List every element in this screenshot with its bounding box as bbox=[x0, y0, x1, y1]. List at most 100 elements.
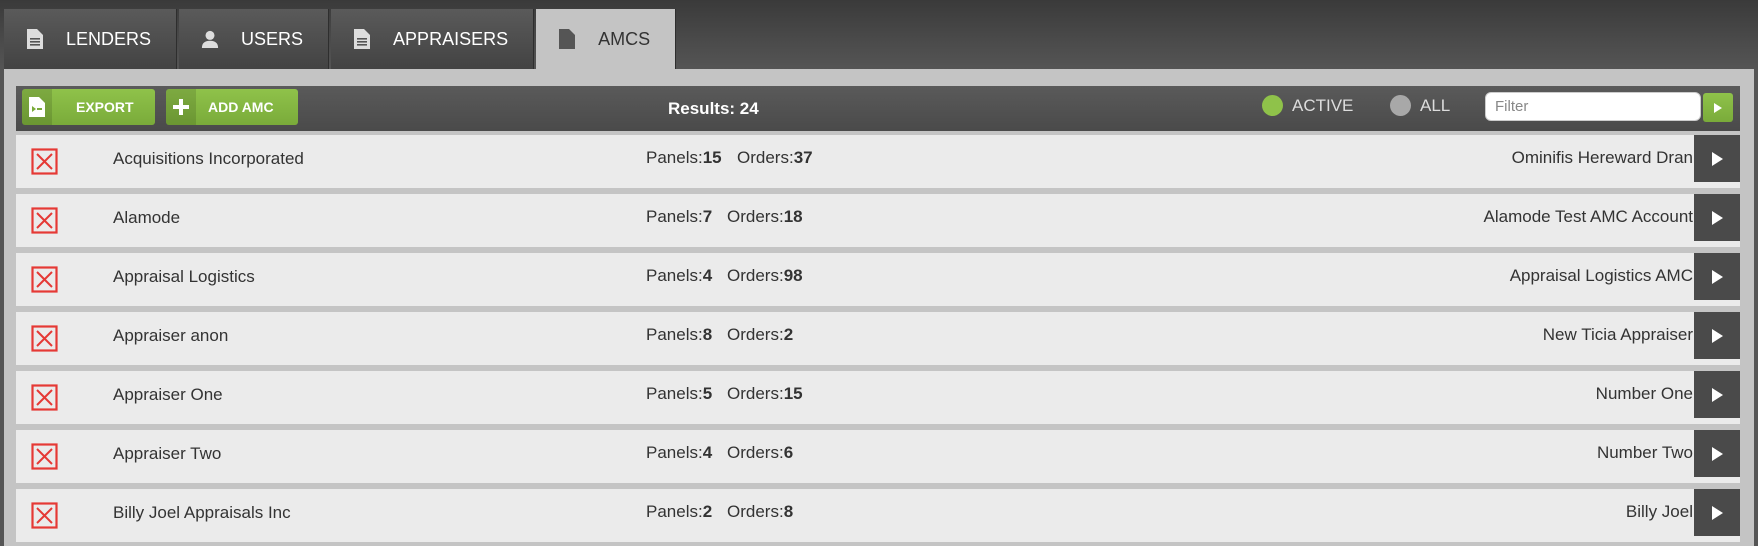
panels-label: Panels: bbox=[646, 266, 703, 285]
panels-count: Panels:8 bbox=[646, 325, 712, 345]
user-icon bbox=[201, 28, 219, 50]
export-label: EXPORT bbox=[76, 99, 134, 115]
document-icon bbox=[26, 28, 44, 50]
play-icon bbox=[1711, 387, 1723, 402]
delete-button[interactable] bbox=[31, 443, 58, 470]
tab-label: APPRAISERS bbox=[393, 28, 509, 49]
orders-label: Orders: bbox=[727, 207, 784, 226]
panels-value: 4 bbox=[702, 266, 713, 285]
orders-label: Orders: bbox=[727, 502, 784, 521]
tab-label: LENDERS bbox=[66, 28, 152, 49]
open-amc-button[interactable] bbox=[1694, 371, 1740, 418]
delete-button[interactable] bbox=[31, 266, 58, 293]
open-amc-button[interactable] bbox=[1694, 194, 1740, 241]
delete-button[interactable] bbox=[31, 502, 58, 529]
list-item: Alamode Panels:7 Orders:18 Alamode Test … bbox=[16, 194, 1740, 247]
export-button[interactable]: EXPORT bbox=[22, 89, 155, 125]
play-icon bbox=[1711, 151, 1723, 166]
delete-button[interactable] bbox=[31, 148, 58, 175]
play-icon bbox=[1711, 446, 1723, 461]
orders-label: Orders: bbox=[727, 443, 784, 462]
panels-count: Panels:4 bbox=[646, 266, 712, 286]
amcs-panel: EXPORT ADD AMC Results: 24 ACTIVE ALL Ac… bbox=[4, 69, 1754, 546]
orders-label: Orders: bbox=[727, 325, 784, 344]
panels-count: Panels:7 bbox=[646, 207, 712, 227]
orders-count: Orders:37 bbox=[737, 148, 813, 168]
orders-value: 2 bbox=[783, 325, 794, 344]
delete-icon bbox=[31, 148, 58, 175]
panels-value: 15 bbox=[702, 148, 722, 167]
add-amc-label: ADD AMC bbox=[208, 99, 274, 115]
open-amc-button[interactable] bbox=[1694, 312, 1740, 359]
tab-label: AMCS bbox=[598, 28, 651, 49]
delete-icon bbox=[31, 266, 58, 293]
active-label: ACTIVE bbox=[1292, 95, 1354, 115]
delete-icon bbox=[31, 325, 58, 352]
open-amc-button[interactable] bbox=[1694, 489, 1740, 536]
amc-name: Appraiser One bbox=[113, 385, 223, 404]
tab-appraisers[interactable]: APPRAISERS bbox=[331, 9, 535, 69]
tab-amcs[interactable]: AMCS bbox=[536, 9, 677, 69]
delete-icon bbox=[31, 384, 58, 411]
open-amc-button[interactable] bbox=[1694, 253, 1740, 300]
orders-value: 6 bbox=[783, 443, 794, 462]
list-item: Acquisitions Incorporated Panels:15 Orde… bbox=[16, 135, 1740, 188]
active-radio[interactable]: ACTIVE bbox=[1262, 95, 1353, 116]
list-item: Appraiser anon Panels:8 Orders:2 New Tic… bbox=[16, 312, 1740, 365]
play-icon bbox=[1711, 328, 1723, 343]
panels-label: Panels: bbox=[646, 443, 703, 462]
amc-name: Alamode bbox=[113, 208, 181, 227]
panels-value: 5 bbox=[702, 384, 713, 403]
open-amc-button[interactable] bbox=[1694, 430, 1740, 477]
orders-value: 18 bbox=[783, 207, 803, 226]
panels-value: 4 bbox=[702, 443, 713, 462]
orders-count: Orders:8 bbox=[727, 502, 793, 522]
orders-value: 8 bbox=[783, 502, 794, 521]
play-icon bbox=[1711, 505, 1723, 520]
orders-value: 98 bbox=[783, 266, 803, 285]
add-amc-button[interactable]: ADD AMC bbox=[166, 89, 298, 125]
orders-value: 37 bbox=[793, 148, 813, 167]
play-icon bbox=[1711, 269, 1723, 284]
delete-button[interactable] bbox=[31, 325, 58, 352]
panels-label: Panels: bbox=[646, 207, 703, 226]
delete-button[interactable] bbox=[31, 207, 58, 234]
orders-label: Orders: bbox=[727, 266, 784, 285]
panels-label: Panels: bbox=[646, 325, 703, 344]
filter-submit-button[interactable] bbox=[1703, 93, 1733, 122]
account-name: Number Two bbox=[1596, 443, 1693, 462]
panels-count: Panels:4 bbox=[646, 443, 712, 463]
amc-name: Appraiser anon bbox=[113, 326, 229, 345]
all-radio[interactable]: ALL bbox=[1390, 95, 1450, 116]
list-item: Appraiser Two Panels:4 Orders:6 Number T… bbox=[16, 430, 1740, 483]
panels-count: Panels:5 bbox=[646, 384, 712, 404]
orders-count: Orders:6 bbox=[727, 443, 793, 463]
tab-bar: LENDERS USERS APPRAISERS AMCS bbox=[4, 9, 677, 69]
panels-count: Panels:15 bbox=[646, 148, 722, 168]
delete-icon bbox=[31, 207, 58, 234]
account-name: Appraisal Logistics AMC bbox=[1509, 266, 1693, 285]
panels-count: Panels:2 bbox=[646, 502, 712, 522]
orders-count: Orders:15 bbox=[727, 384, 803, 404]
delete-icon bbox=[31, 502, 58, 529]
account-name: Billy Joel bbox=[1625, 502, 1693, 521]
document-icon bbox=[558, 28, 576, 50]
panels-label: Panels: bbox=[646, 384, 703, 403]
filter-input[interactable] bbox=[1485, 92, 1701, 121]
panels-value: 2 bbox=[702, 502, 713, 521]
document-icon bbox=[353, 28, 371, 50]
account-name: Alamode Test AMC Account bbox=[1483, 207, 1693, 226]
tab-users[interactable]: USERS bbox=[179, 9, 330, 69]
delete-button[interactable] bbox=[31, 384, 58, 411]
tab-label: USERS bbox=[241, 28, 304, 49]
amc-name: Appraisal Logistics bbox=[113, 267, 255, 286]
plus-icon bbox=[166, 89, 196, 125]
tab-lenders[interactable]: LENDERS bbox=[4, 9, 178, 69]
orders-value: 15 bbox=[783, 384, 803, 403]
account-name: New Ticia Appraiser bbox=[1542, 325, 1693, 344]
panels-label: Panels: bbox=[646, 502, 703, 521]
play-icon bbox=[1714, 102, 1722, 113]
amc-name: Appraiser Two bbox=[113, 444, 222, 463]
amc-name: Acquisitions Incorporated bbox=[113, 149, 304, 168]
open-amc-button[interactable] bbox=[1694, 135, 1740, 182]
